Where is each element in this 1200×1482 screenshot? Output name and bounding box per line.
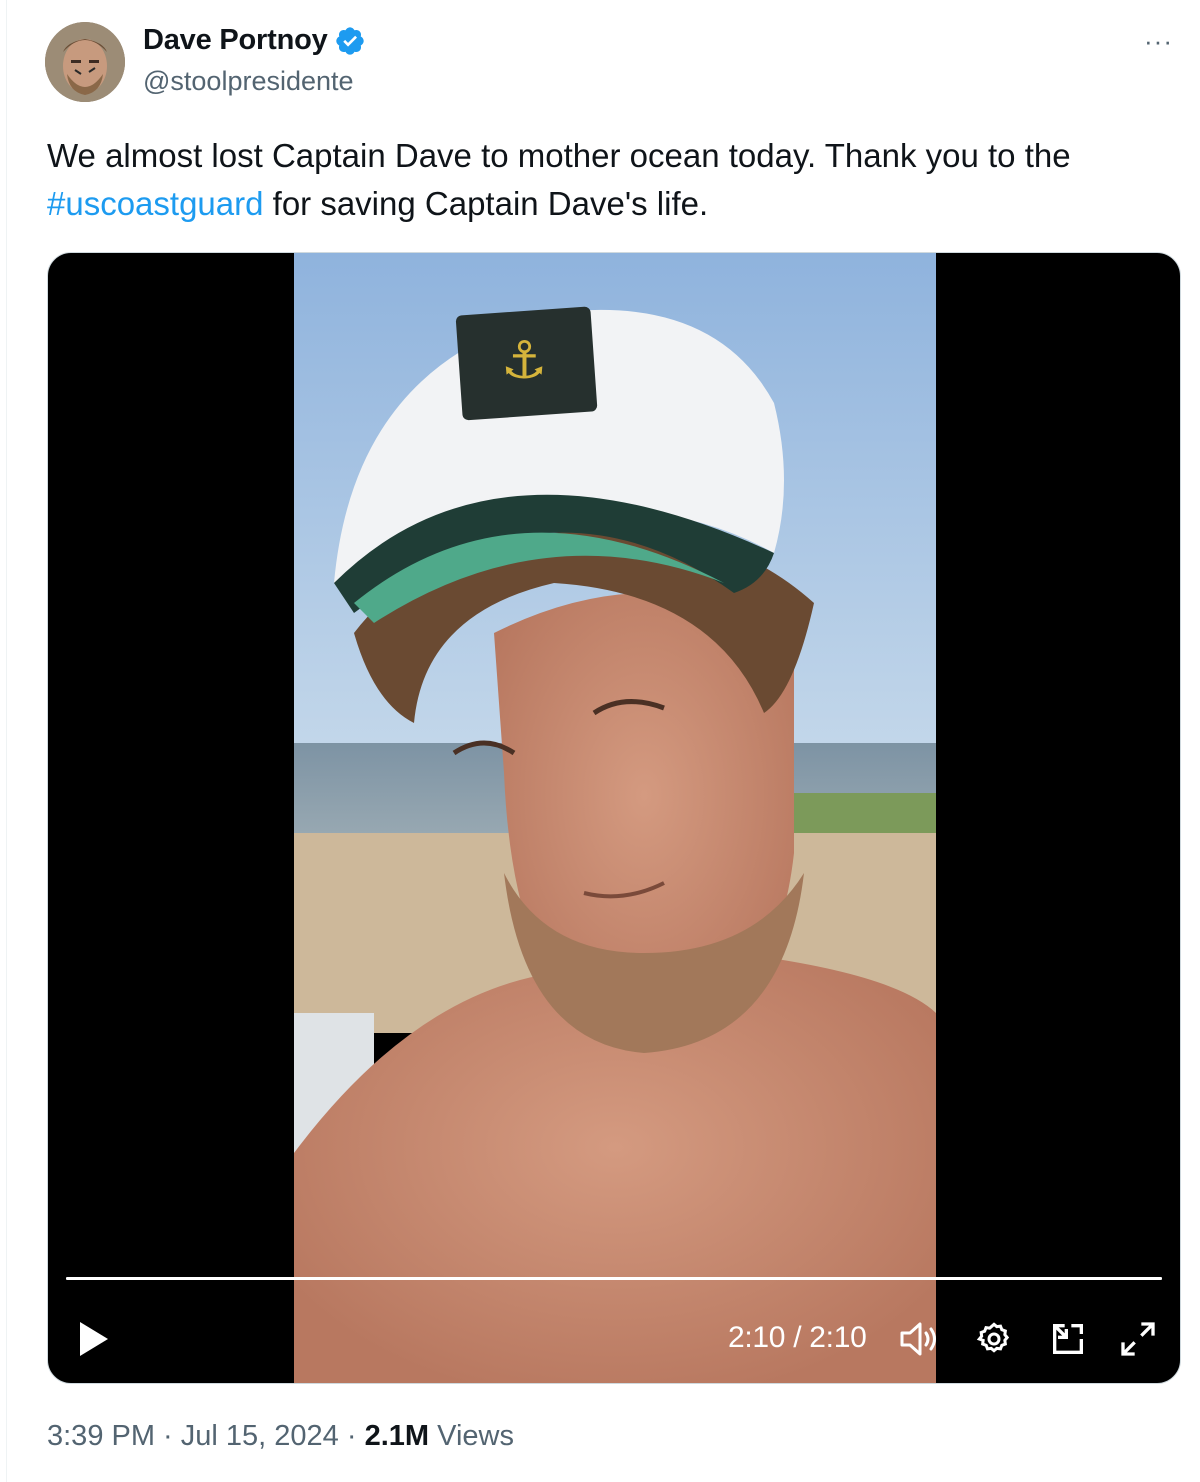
views-count: 2.1M — [364, 1420, 430, 1452]
fullscreen-icon[interactable] — [1118, 1319, 1158, 1359]
views-label: Views — [429, 1420, 514, 1452]
tweet-text-part1: We almost lost Captain Dave to mother oc… — [47, 137, 1071, 174]
meta-separator: · — [338, 1420, 365, 1452]
avatar[interactable] — [45, 22, 125, 102]
video-time-display: 2:10 / 2:10 — [728, 1321, 867, 1354]
play-icon[interactable] — [76, 1319, 112, 1359]
video-controls: 2:10 / 2:10 — [48, 1313, 1180, 1365]
picture-in-picture-icon[interactable] — [1048, 1319, 1088, 1359]
svg-text:⚓: ⚓ — [501, 331, 548, 391]
tweet-time[interactable]: 3:39 PM — [47, 1420, 155, 1452]
tweet-card: Dave Portnoy @stoolpresidente ··· We alm… — [6, 0, 1200, 1482]
more-options-button[interactable]: ··· — [1144, 26, 1173, 57]
meta-separator: · — [155, 1420, 181, 1452]
author-name-row: Dave Portnoy — [143, 24, 366, 57]
author-handle[interactable]: @stoolpresidente — [143, 66, 354, 97]
settings-icon[interactable] — [974, 1319, 1014, 1359]
hashtag-link[interactable]: #uscoastguard — [47, 185, 263, 222]
video-player[interactable]: ⚓ 2:10 / 2:10 — [47, 252, 1181, 1384]
tweet-meta: 3:39 PM · Jul 15, 2024 · 2.1M Views — [47, 1420, 514, 1453]
video-frame[interactable]: ⚓ — [294, 253, 936, 1384]
volume-icon[interactable] — [898, 1319, 942, 1359]
tweet-text: We almost lost Captain Dave to mother oc… — [47, 132, 1167, 228]
author-name[interactable]: Dave Portnoy — [143, 24, 328, 57]
verified-badge-icon — [335, 26, 364, 55]
video-progress-bar[interactable] — [66, 1277, 1162, 1280]
video-progress-fill — [66, 1277, 1162, 1280]
tweet-text-part2: for saving Captain Dave's life. — [263, 185, 709, 222]
avatar-image — [45, 22, 125, 102]
tweet-date[interactable]: Jul 15, 2024 — [181, 1420, 339, 1452]
